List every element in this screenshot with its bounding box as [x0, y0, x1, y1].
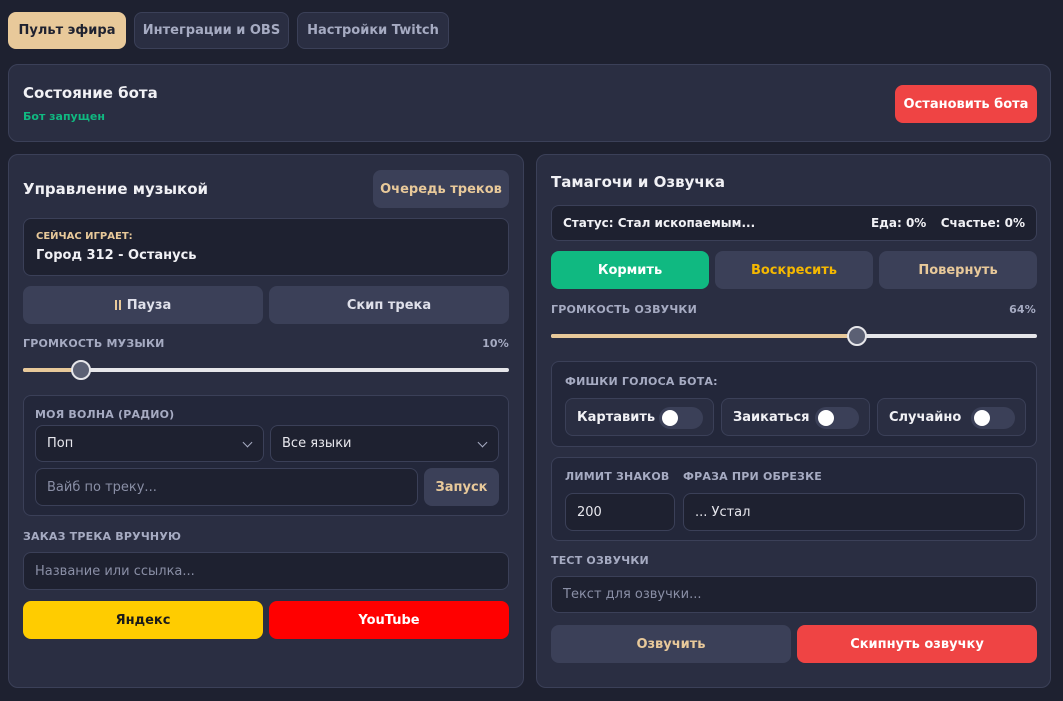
launch-wave-button[interactable]: Запуск [424, 468, 499, 506]
track-queue-button[interactable]: Очередь треков [373, 170, 509, 208]
music-volume-thumb[interactable] [71, 360, 92, 380]
speak-button[interactable]: Озвучить [551, 625, 791, 663]
tab-integrations-obs[interactable]: Интеграции и OBS [134, 12, 289, 49]
pet-stats: Еда: 0% Счастье: 0% [871, 216, 1025, 230]
char-limit-label: ЛИМИТ ЗНАКОВ [565, 470, 670, 483]
chevron-down-icon [242, 437, 253, 447]
order-track-label: ЗАКАЗ ТРЕКА ВРУЧНУЮ [23, 530, 182, 543]
bot-status-title: Состояние бота [23, 84, 158, 102]
tamagotchi-card: Тамагочи и Озвучка Статус: Стал ископаем… [536, 154, 1051, 688]
tamagotchi-title: Тамагочи и Озвучка [551, 173, 725, 191]
pet-status-text: Статус: Стал ископаемым... [563, 216, 756, 230]
char-limit-input[interactable]: 200 [565, 493, 675, 531]
trim-phrase-input[interactable]: ... Устал [683, 493, 1025, 531]
toggle-stutter[interactable]: Заикаться [721, 398, 870, 436]
bot-status-text: Бот запущен [23, 110, 105, 123]
music-volume-label: ГРОМКОСТЬ МУЗЫКИ [23, 337, 165, 350]
toggle-burr[interactable]: Картавить [565, 398, 714, 436]
tts-test-label: ТЕСТ ОЗВУЧКИ [551, 554, 649, 567]
tab-live-console[interactable]: Пульт эфира [8, 12, 126, 49]
pause-label: Пауза [126, 297, 172, 313]
stop-bot-button[interactable]: Остановить бота [895, 85, 1037, 123]
skip-tts-button[interactable]: Скипнуть озвучку [797, 625, 1037, 663]
vibe-input[interactable]: Вайб по треку... [35, 468, 418, 506]
order-track-input[interactable]: Название или ссылка... [23, 552, 509, 590]
language-select[interactable]: Все языки [270, 425, 499, 462]
genre-select[interactable]: Поп [35, 425, 264, 462]
now-playing-label: СЕЙЧАС ИГРАЕТ: [36, 231, 133, 242]
language-selected: Все языки [282, 436, 352, 451]
pause-icon [114, 300, 121, 310]
music-volume-slider[interactable] [23, 360, 509, 380]
happiness-stat: Счастье: 0% [940, 216, 1025, 230]
toggle-random-label: Случайно [889, 410, 962, 425]
tab-twitch-settings[interactable]: Настройки Twitch [297, 12, 449, 49]
chevron-down-icon [477, 437, 488, 447]
tts-volume-slider[interactable] [551, 326, 1037, 346]
my-wave-box: МОЯ ВОЛНА (РАДИО) Поп Все языки Вайб по … [23, 395, 509, 516]
turn-button[interactable]: Повернуть [879, 251, 1037, 289]
tts-volume-thumb[interactable] [847, 326, 868, 346]
trim-phrase-label: ФРАЗА ПРИ ОБРЕЗКЕ [683, 470, 822, 483]
pause-button[interactable]: Пауза [23, 286, 263, 324]
food-stat: Еда: 0% [870, 216, 927, 230]
pet-status-box: Статус: Стал ископаемым... Еда: 0% Счаст… [551, 205, 1037, 241]
switch-knob [818, 410, 834, 426]
skip-track-button[interactable]: Скип трека [269, 286, 509, 324]
music-volume-value: 10% [482, 337, 509, 350]
music-control-card: Управление музыкой Очередь треков СЕЙЧАС… [8, 154, 524, 688]
tts-test-input[interactable]: Текст для озвучки... [551, 576, 1037, 613]
tts-volume-fill [551, 334, 858, 338]
tts-volume-label: ГРОМКОСТЬ ОЗВУЧКИ [551, 303, 698, 316]
now-playing-box: СЕЙЧАС ИГРАЕТ: Город 312 - Останусь [23, 218, 509, 276]
genre-selected: Поп [47, 436, 74, 451]
toggle-burr-label: Картавить [577, 410, 656, 425]
toggle-stutter-label: Заикаться [733, 410, 810, 425]
toggle-stutter-switch[interactable] [815, 407, 859, 429]
toggle-random[interactable]: Случайно [877, 398, 1026, 436]
toggle-burr-switch[interactable] [659, 407, 703, 429]
tts-limits-box: ЛИМИТ ЗНАКОВ ФРАЗА ПРИ ОБРЕЗКЕ 200 ... У… [551, 457, 1037, 541]
revive-button[interactable]: Воскресить [715, 251, 873, 289]
switch-knob [662, 410, 678, 426]
voice-features-label: ФИШКИ ГОЛОСА БОТА: [565, 375, 718, 388]
toggle-random-switch[interactable] [971, 407, 1015, 429]
my-wave-label: МОЯ ВОЛНА (РАДИО) [35, 408, 175, 421]
yandex-button[interactable]: Яндекс [23, 601, 263, 639]
tts-volume-value: 64% [1009, 303, 1036, 316]
music-title: Управление музыкой [23, 180, 209, 198]
youtube-button[interactable]: YouTube [269, 601, 509, 639]
voice-features-box: ФИШКИ ГОЛОСА БОТА: Картавить Заикаться С… [551, 361, 1037, 447]
feed-button[interactable]: Кормить [551, 251, 709, 289]
now-playing-track: Город 312 - Останусь [36, 248, 197, 263]
bot-status-card: Состояние бота Бот запущен Остановить бо… [8, 64, 1051, 142]
switch-knob [974, 410, 990, 426]
